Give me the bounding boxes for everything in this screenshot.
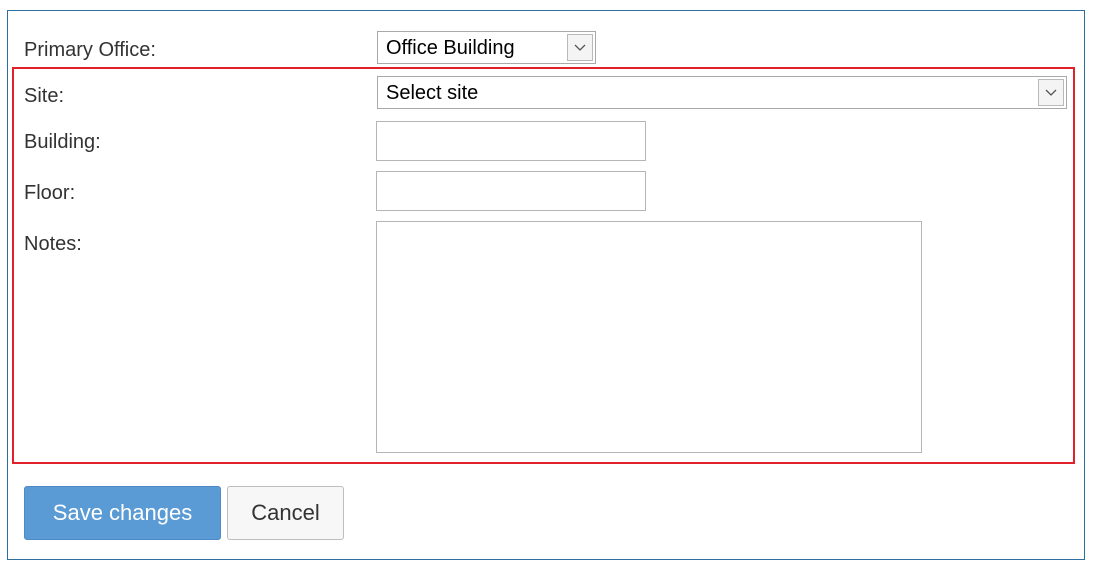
site-select[interactable]: Select site	[377, 76, 1067, 109]
notes-textarea[interactable]	[376, 221, 922, 453]
floor-input[interactable]	[376, 171, 646, 211]
site-label: Site:	[24, 85, 65, 107]
notes-label: Notes:	[24, 233, 82, 255]
primary-office-select-value: Office Building	[386, 37, 515, 59]
building-input[interactable]	[376, 121, 646, 161]
chevron-down-icon[interactable]	[1038, 79, 1064, 106]
site-select-value: Select site	[386, 82, 479, 104]
floor-label: Floor:	[24, 182, 76, 204]
cancel-button[interactable]: Cancel	[227, 486, 344, 540]
primary-office-select[interactable]: Office Building	[377, 31, 596, 64]
primary-office-label: Primary Office:	[24, 39, 156, 61]
building-label: Building:	[24, 131, 101, 153]
chevron-down-icon[interactable]	[567, 34, 593, 61]
save-changes-button[interactable]: Save changes	[24, 486, 221, 540]
